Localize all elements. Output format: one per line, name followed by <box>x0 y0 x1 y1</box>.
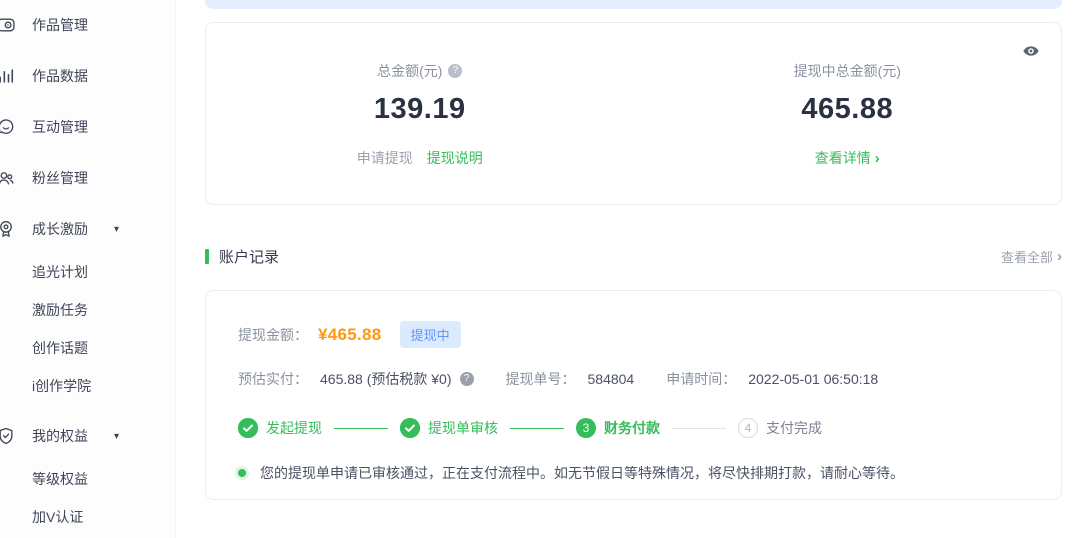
status-message: 您的提现单申请已审核通过，正在支付流程中。如无节假日等特殊情况，将尽快排期打款，… <box>260 463 904 483</box>
withdraw-progress-steps: 发起提现 提现单审核 3 财务付款 4 支付完成 <box>238 418 1029 438</box>
notice-banner <box>205 0 1062 9</box>
step-connector <box>334 428 388 429</box>
order-number-label: 提现单号： <box>506 369 576 389</box>
step-connector <box>672 428 726 429</box>
video-icon <box>0 15 16 35</box>
status-badge: 提现中 <box>400 321 461 348</box>
sidebar-item-label: 作品数据 <box>32 66 88 86</box>
apply-withdraw-button[interactable]: 申请提现 <box>357 148 413 168</box>
withdraw-status-row: 您的提现单申请已审核通过，正在支付流程中。如无节假日等特殊情况，将尽快排期打款，… <box>238 463 1029 483</box>
total-amount-label-row: 总金额(元) ? <box>377 61 462 81</box>
sidebar-item-light-chasing-plan[interactable]: 追光计划 <box>0 262 88 282</box>
withdraw-amount-row: 提现金额： ¥465.88 提现中 <box>238 321 1029 348</box>
withdrawing-amount-label: 提现中总金额(元) <box>794 61 901 81</box>
step-label: 提现单审核 <box>428 418 498 438</box>
sidebar-item-creation-topics[interactable]: 创作话题 <box>0 338 88 358</box>
sidebar-item-level-benefits[interactable]: 等级权益 <box>0 469 88 489</box>
estimated-pay-label: 预估实付： <box>238 369 308 389</box>
medal-icon <box>0 219 16 239</box>
help-icon[interactable]: ? <box>460 372 474 386</box>
fans-icon <box>0 168 16 188</box>
sidebar-item-label: 粉丝管理 <box>32 168 88 188</box>
toggle-visibility-eye-icon[interactable] <box>1023 45 1039 57</box>
order-number-value: 584804 <box>588 371 635 387</box>
sidebar-item-label: 作品管理 <box>32 15 88 35</box>
withdrawing-amount-value: 465.88 <box>634 93 1062 126</box>
step-initiate-withdraw: 发起提现 <box>238 418 322 438</box>
section-accent-bar <box>205 249 209 264</box>
withdraw-amount-value: ¥465.88 <box>318 325 382 345</box>
withdraw-meta-row: 预估实付： 465.88 (预估税款 ¥0) ? 提现单号： 584804 申请… <box>238 369 1029 389</box>
sidebar-item-works-data[interactable]: 作品数据 <box>0 66 88 86</box>
check-icon <box>400 418 420 438</box>
total-amount-label: 总金额(元) <box>377 61 442 81</box>
sidebar-subitem-label: 等级权益 <box>32 469 88 489</box>
sidebar-subitem-label: 加V认证 <box>32 507 83 527</box>
sidebar-subitem-label: i创作学院 <box>32 376 91 396</box>
chevron-right-icon: › <box>875 150 880 167</box>
view-all-link[interactable]: 查看全部 › <box>1001 247 1062 266</box>
sidebar-subitem-label: 激励任务 <box>32 300 88 320</box>
status-dot-icon <box>238 469 246 477</box>
total-amount-value: 139.19 <box>206 93 634 126</box>
withdraw-instructions-link[interactable]: 提现说明 <box>427 148 483 168</box>
sidebar-item-my-benefits[interactable]: 我的权益 ▾ <box>0 426 119 446</box>
help-icon[interactable]: ? <box>448 64 462 78</box>
check-icon <box>238 418 258 438</box>
sidebar-item-interaction-manage[interactable]: 互动管理 <box>0 117 88 137</box>
chevron-down-icon: ▾ <box>114 224 119 235</box>
section-title: 账户记录 <box>219 246 279 267</box>
view-details-link[interactable]: 查看详情 › <box>815 148 880 168</box>
view-details-label: 查看详情 <box>815 150 871 166</box>
total-amount-block: 总金额(元) ? 139.19 申请提现 提现说明 <box>206 61 634 204</box>
chevron-right-icon: › <box>1057 249 1062 264</box>
sidebar-item-fans-manage[interactable]: 粉丝管理 <box>0 168 88 188</box>
sidebar-subitem-label: 创作话题 <box>32 338 88 358</box>
sidebar-item-works-manage[interactable]: 作品管理 <box>0 15 88 35</box>
sidebar-item-growth-incentive[interactable]: 成长激励 ▾ <box>0 219 119 239</box>
step-label: 发起提现 <box>266 418 322 438</box>
sidebar-item-label: 成长激励 <box>32 219 88 239</box>
balance-summary-card: 总金额(元) ? 139.19 申请提现 提现说明 提现中总金额(元) 465.… <box>205 22 1062 205</box>
sidebar-item-v-certification[interactable]: 加V认证 <box>0 507 83 527</box>
step-finance-payment: 3 财务付款 <box>576 418 660 438</box>
step-number: 4 <box>738 418 758 438</box>
apply-time-value: 2022-05-01 06:50:18 <box>748 371 878 387</box>
shield-icon <box>0 426 16 446</box>
apply-time-label: 申请时间： <box>666 369 736 389</box>
sidebar-item-creator-academy[interactable]: i创作学院 <box>0 376 91 396</box>
withdrawing-amount-block: 提现中总金额(元) 465.88 查看详情 › <box>634 61 1062 204</box>
comment-icon <box>0 117 16 137</box>
estimated-pay-value: 465.88 (预估税款 ¥0) <box>320 369 452 389</box>
view-all-label: 查看全部 <box>1001 247 1053 266</box>
step-label: 支付完成 <box>766 418 822 438</box>
account-records-header: 账户记录 查看全部 › <box>205 246 1062 266</box>
step-withdraw-review: 提现单审核 <box>400 418 498 438</box>
chevron-down-icon: ▾ <box>114 431 119 442</box>
step-label: 财务付款 <box>604 418 660 438</box>
step-connector <box>510 428 564 429</box>
sidebar-subitem-label: 追光计划 <box>32 262 88 282</box>
step-payment-complete: 4 支付完成 <box>738 418 822 438</box>
sidebar-item-incentive-tasks[interactable]: 激励任务 <box>0 300 88 320</box>
bar-chart-icon <box>0 66 16 86</box>
sidebar-item-label: 互动管理 <box>32 117 88 137</box>
withdraw-amount-label: 提现金额： <box>238 325 308 345</box>
sidebar-item-label: 我的权益 <box>32 426 88 446</box>
step-number: 3 <box>576 418 596 438</box>
main-content: 总金额(元) ? 139.19 申请提现 提现说明 提现中总金额(元) 465.… <box>205 0 1062 538</box>
sidebar: 作品管理 作品数据 互动管理 粉丝管理 <box>0 0 176 538</box>
withdraw-record-card: 提现金额： ¥465.88 提现中 预估实付： 465.88 (预估税款 ¥0)… <box>205 290 1062 500</box>
